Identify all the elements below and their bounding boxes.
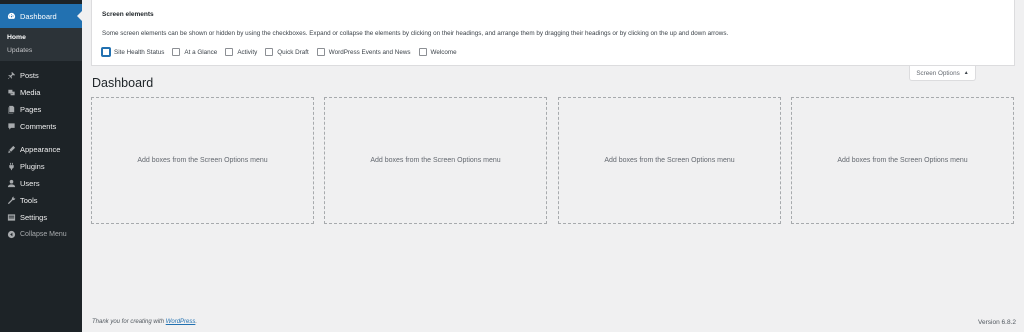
checkbox-label: Site Health Status (114, 48, 165, 56)
checkbox-label: Welcome (430, 48, 457, 56)
screen-options-description: Some screen elements can be shown or hid… (102, 30, 729, 37)
sidebar-item-label: Collapse Menu (20, 231, 67, 238)
screen-options-toggle-label: Screen Options (916, 69, 960, 77)
footer-thanks-suffix: . (195, 319, 198, 325)
wordpress-link[interactable]: WordPress (166, 319, 196, 325)
checkbox-label: WordPress Events and News (328, 48, 411, 56)
admin-sidebar: Dashboard Home Updates Posts Media Pages… (0, 0, 82, 332)
sidebar-item-label: Dashboard (20, 11, 57, 21)
plugins-icon (6, 162, 16, 172)
screen-options-checkboxes: Site Health Status At a Glance Activity … (102, 48, 465, 56)
checkbox-at-a-glance[interactable]: At a Glance (172, 48, 217, 56)
empty-dashboard-column: Add boxes from the Screen Options menu (558, 97, 781, 224)
checkbox-box[interactable] (265, 48, 274, 56)
sidebar-item-label: Users (20, 179, 40, 188)
empty-box-text: Add boxes from the Screen Options menu (837, 157, 968, 164)
settings-icon (6, 213, 16, 223)
dashboard-submenu: Home Updates (0, 28, 82, 61)
sidebar-item-label: Plugins (20, 162, 45, 171)
footer-thankyou: Thank you for creating with WordPress. (92, 319, 197, 325)
submenu-item-home[interactable]: Home (0, 31, 82, 44)
sidebar-item-plugins[interactable]: Plugins (0, 158, 82, 175)
sidebar-item-label: Comments (20, 122, 57, 131)
pin-icon (6, 71, 16, 81)
footer-thanks-text: Thank you for creating with (92, 319, 166, 325)
checkbox-label: Activity (237, 48, 258, 56)
sidebar-item-posts[interactable]: Posts (0, 67, 82, 84)
sidebar-item-dashboard[interactable]: Dashboard (0, 4, 82, 28)
collapse-menu-button[interactable]: Collapse Menu (0, 226, 82, 243)
pages-icon (6, 105, 16, 115)
dashboard-icon (6, 11, 16, 21)
collapse-icon (6, 230, 16, 240)
sidebar-item-users[interactable]: Users (0, 175, 82, 192)
checkbox-events-news[interactable]: WordPress Events and News (316, 48, 411, 56)
empty-box-text: Add boxes from the Screen Options menu (370, 157, 501, 164)
caret-up-icon: ▲ (963, 70, 969, 76)
empty-box-text: Add boxes from the Screen Options menu (604, 157, 735, 164)
checkbox-box[interactable] (172, 48, 181, 56)
empty-dashboard-column: Add boxes from the Screen Options menu (324, 97, 547, 224)
screen-options-toggle-button[interactable]: Screen Options ▲ (909, 66, 976, 81)
screen-options-panel: Screen elements Some screen elements can… (91, 0, 1015, 66)
checkbox-box[interactable] (225, 48, 234, 56)
sidebar-item-label: Posts (20, 71, 39, 80)
footer-version: Version 6.8.2 (978, 319, 1016, 326)
checkbox-welcome[interactable]: Welcome (418, 48, 457, 56)
checkbox-site-health[interactable]: Site Health Status (102, 48, 164, 56)
sidebar-item-label: Pages (20, 105, 42, 114)
empty-dashboard-column: Add boxes from the Screen Options menu (91, 97, 314, 224)
sidebar-item-label: Media (20, 88, 41, 97)
sidebar-item-appearance[interactable]: Appearance (0, 141, 82, 158)
sidebar-item-settings[interactable]: Settings (0, 209, 82, 226)
checkbox-box[interactable] (102, 48, 110, 56)
sidebar-item-label: Appearance (20, 145, 61, 154)
checkbox-label: Quick Draft (277, 48, 309, 56)
empty-dashboard-column: Add boxes from the Screen Options menu (791, 97, 1014, 224)
screen-options-heading: Screen elements (102, 11, 154, 18)
sidebar-item-pages[interactable]: Pages (0, 101, 82, 118)
sidebar-item-media[interactable]: Media (0, 84, 82, 101)
checkbox-quick-draft[interactable]: Quick Draft (265, 48, 309, 56)
checkbox-box[interactable] (418, 48, 427, 56)
checkbox-label: At a Glance (184, 48, 218, 56)
users-icon (6, 179, 16, 189)
sidebar-item-comments[interactable]: Comments (0, 118, 82, 135)
checkbox-activity[interactable]: Activity (225, 48, 257, 56)
sidebar-item-label: Tools (20, 196, 38, 205)
tools-icon (6, 196, 16, 206)
page-title: Dashboard (92, 76, 154, 90)
appearance-icon (6, 145, 16, 155)
sidebar-item-tools[interactable]: Tools (0, 192, 82, 209)
checkbox-box[interactable] (316, 48, 325, 56)
comments-icon (6, 122, 16, 132)
media-icon (6, 88, 16, 98)
sidebar-item-label: Settings (20, 213, 48, 222)
empty-box-text: Add boxes from the Screen Options menu (137, 157, 268, 164)
submenu-item-updates[interactable]: Updates (0, 44, 82, 57)
